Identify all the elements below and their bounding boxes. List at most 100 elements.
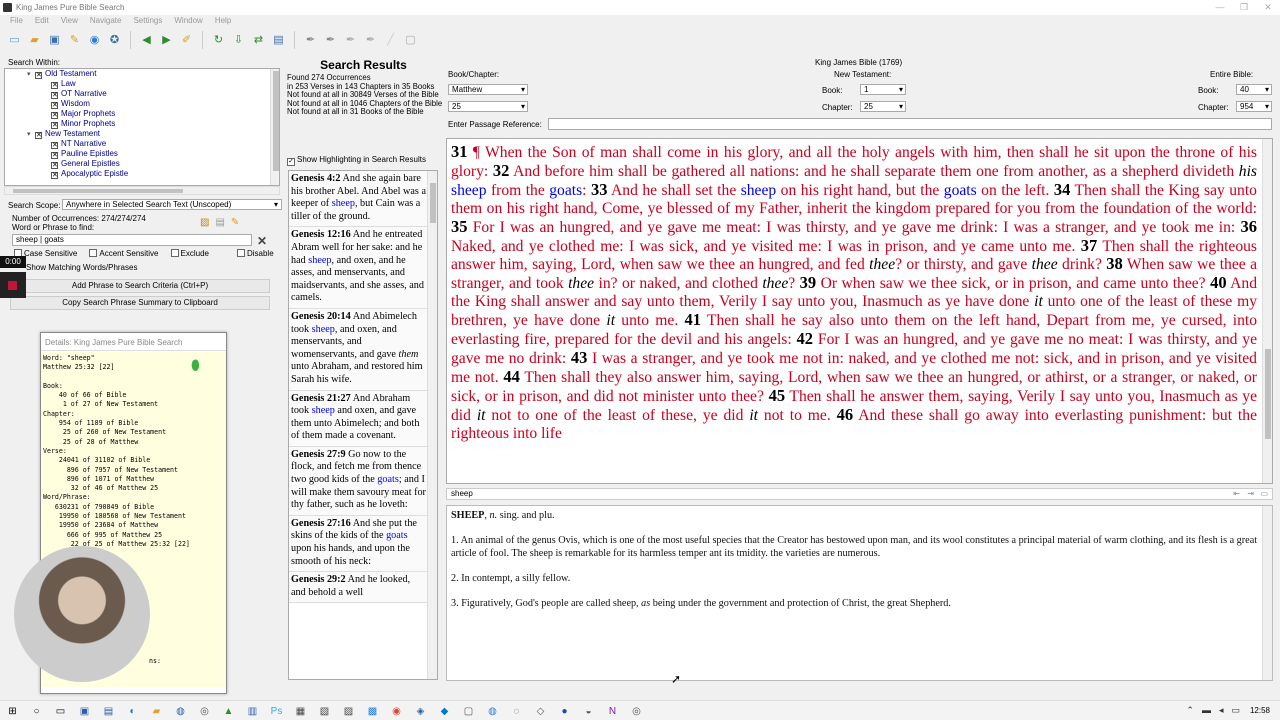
file-explorer-icon[interactable]: ▰ xyxy=(148,703,165,719)
tree-item[interactable]: ✕ OT Narrative xyxy=(5,89,279,99)
verse-number[interactable]: 45 xyxy=(769,386,786,405)
chevron-up-icon[interactable]: ⌃ xyxy=(1186,705,1194,716)
search-result-item[interactable]: Genesis 4:2 And she again bare his broth… xyxy=(289,171,428,228)
verse-number[interactable]: 41 xyxy=(684,310,701,329)
tree-item[interactable]: ✕ Minor Prophets xyxy=(5,119,279,129)
volume-icon[interactable]: ◂ xyxy=(1219,705,1224,716)
onenote-icon[interactable]: N xyxy=(604,703,621,719)
menu-view[interactable]: View xyxy=(55,15,84,28)
verse-number[interactable]: 32 xyxy=(493,161,510,180)
accent-sensitive-checkbox[interactable]: Accent Sensitive xyxy=(89,249,159,258)
tree-checkbox[interactable]: ✕ xyxy=(51,162,58,169)
pen-outline-icon[interactable]: ✒ xyxy=(342,32,359,49)
tree-item[interactable]: ✕ Apocalyptic Epistle xyxy=(5,169,279,179)
tree-checkbox[interactable]: ✕ xyxy=(35,72,42,79)
chapter-select[interactable]: 25 xyxy=(448,101,528,112)
nt-chapter-select[interactable]: 25 xyxy=(860,101,906,112)
search-result-item[interactable]: Genesis 21:27 And Abraham took sheep and… xyxy=(289,390,428,447)
pencil-icon[interactable]: ╱ xyxy=(382,32,399,49)
minimize-button[interactable]: — xyxy=(1208,0,1232,15)
app-icon[interactable]: ◎ xyxy=(628,703,645,719)
verse-number[interactable]: 31 xyxy=(451,142,468,161)
search-result-item[interactable]: Genesis 29:2 And he looked, and behold a… xyxy=(289,572,428,604)
dictionary-word-bar[interactable]: sheep ⇤ ⇥ ▭ xyxy=(446,488,1273,500)
eb-book-select[interactable]: 40 xyxy=(1236,84,1272,95)
edge-icon[interactable]: ◐ xyxy=(124,703,141,719)
tree-checkbox[interactable]: ✕ xyxy=(51,172,58,179)
app-icon[interactable]: ▲ xyxy=(220,703,237,719)
tree-checkbox[interactable]: ✕ xyxy=(51,142,58,149)
tree-checkbox[interactable]: ✕ xyxy=(51,82,58,89)
search-result-item[interactable]: Genesis 12:16 And he entreated Abram wel… xyxy=(289,227,428,309)
verse-number[interactable]: 46 xyxy=(837,405,854,424)
tree-item[interactable]: ✕ Pauline Epistles xyxy=(5,149,279,159)
save-icon[interactable]: ▣ xyxy=(46,32,63,49)
search-icon[interactable]: ○ xyxy=(28,703,45,719)
menu-edit[interactable]: Edit xyxy=(29,15,55,28)
highlighter-icon[interactable]: ✐ xyxy=(178,32,195,49)
close-button[interactable]: ✕ xyxy=(1256,0,1280,15)
app-icon[interactable]: ▥ xyxy=(244,703,261,719)
app-kjv-icon[interactable]: ▣ xyxy=(76,703,93,719)
tree-item[interactable]: ✕ NT Narrative xyxy=(5,139,279,149)
tree-item[interactable]: ✕ Law xyxy=(5,79,279,89)
search-results-list[interactable]: Genesis 4:2 And she again bare his broth… xyxy=(288,170,438,680)
verse-number[interactable]: 38 xyxy=(1106,254,1123,273)
tree-hscrollbar[interactable] xyxy=(4,186,280,195)
menu-file[interactable]: File xyxy=(4,15,29,28)
tree-item[interactable]: ✕ General Epistles xyxy=(5,159,279,169)
app-icon[interactable]: ◌ xyxy=(508,703,525,719)
eb-chapter-select[interactable]: 954 xyxy=(1236,101,1272,112)
app-word-icon[interactable]: ▤ xyxy=(100,703,117,719)
app-icon[interactable]: ◍ xyxy=(172,703,189,719)
add-phrase-button[interactable]: Add Phrase to Search Criteria (Ctrl+P) xyxy=(10,279,270,293)
chrome-icon[interactable]: ◉ xyxy=(388,703,405,719)
verse-number[interactable]: 40 xyxy=(1210,273,1227,292)
forward-icon[interactable]: ⇥ xyxy=(1247,489,1254,499)
tree-item[interactable]: ▾ ✕ Old Testament xyxy=(5,69,279,79)
app-icon[interactable]: ▦ xyxy=(292,703,309,719)
search-phrase-input[interactable]: sheep | goats xyxy=(12,234,252,246)
tree-checkbox[interactable]: ✕ xyxy=(51,102,58,109)
search-result-item[interactable]: Genesis 27:9 Go now to the flock, and fe… xyxy=(289,446,428,516)
menu-navigate[interactable]: Navigate xyxy=(84,15,128,28)
new-icon[interactable]: ▭ xyxy=(6,32,23,49)
web-icon[interactable]: ◉ xyxy=(86,32,103,49)
search-scope-select[interactable]: Anywhere in Selected Search Text (Unscop… xyxy=(62,199,282,210)
tree-checkbox[interactable]: ✕ xyxy=(51,92,58,99)
app-icon[interactable]: ▧ xyxy=(316,703,333,719)
tree-checkbox[interactable]: ✕ xyxy=(35,132,42,139)
back-icon[interactable]: ⇤ xyxy=(1233,489,1240,499)
book-select[interactable]: Matthew xyxy=(448,84,528,95)
pen-light-icon[interactable]: ✒ xyxy=(362,32,379,49)
menu-window[interactable]: Window xyxy=(168,15,208,28)
exclude-checkbox[interactable]: Exclude xyxy=(170,249,209,258)
stop-recording-button[interactable] xyxy=(0,272,26,298)
pen-alt-icon[interactable]: ✒ xyxy=(322,32,339,49)
vscode-icon[interactable]: ◆ xyxy=(436,703,453,719)
verse-number[interactable]: 33 xyxy=(591,180,608,199)
show-highlighting-checkbox[interactable]: ✓ Show Highlighting in Search Results xyxy=(287,155,426,166)
open-folder-icon[interactable]: ▰ xyxy=(26,32,43,49)
menu-help[interactable]: Help xyxy=(209,15,237,28)
forward-arrow-icon[interactable]: ▶ xyxy=(158,32,175,49)
verse-number[interactable]: 43 xyxy=(571,348,588,367)
verse-number[interactable]: 34 xyxy=(1054,180,1071,199)
settings-icon[interactable]: ✪ xyxy=(106,32,123,49)
verse-number[interactable]: 36 xyxy=(1241,217,1258,236)
maximize-button[interactable]: ❐ xyxy=(1232,0,1256,15)
passage-reference-input[interactable] xyxy=(548,118,1272,130)
verse-number[interactable]: 39 xyxy=(800,273,817,292)
disable-checkbox[interactable]: Disable xyxy=(236,249,274,258)
task-view-icon[interactable]: ▭ xyxy=(52,703,69,719)
app-icon[interactable]: ▨ xyxy=(340,703,357,719)
minimize-pane-icon[interactable]: ▭ xyxy=(1260,489,1268,499)
paste-icon[interactable]: ▨ xyxy=(200,217,209,228)
clipboard-icon[interactable]: ▤ xyxy=(215,217,224,228)
refresh-icon[interactable]: ↻ xyxy=(210,32,227,49)
tree-item[interactable]: ✕ Wisdom xyxy=(5,99,279,109)
copy-summary-button[interactable]: Copy Search Phrase Summary to Clipboard xyxy=(10,296,270,310)
search-result-item[interactable]: Genesis 27:16 And she put the skins of t… xyxy=(289,515,428,573)
app-icon[interactable]: ▢ xyxy=(460,703,477,719)
shuffle-icon[interactable]: ⇄ xyxy=(250,32,267,49)
